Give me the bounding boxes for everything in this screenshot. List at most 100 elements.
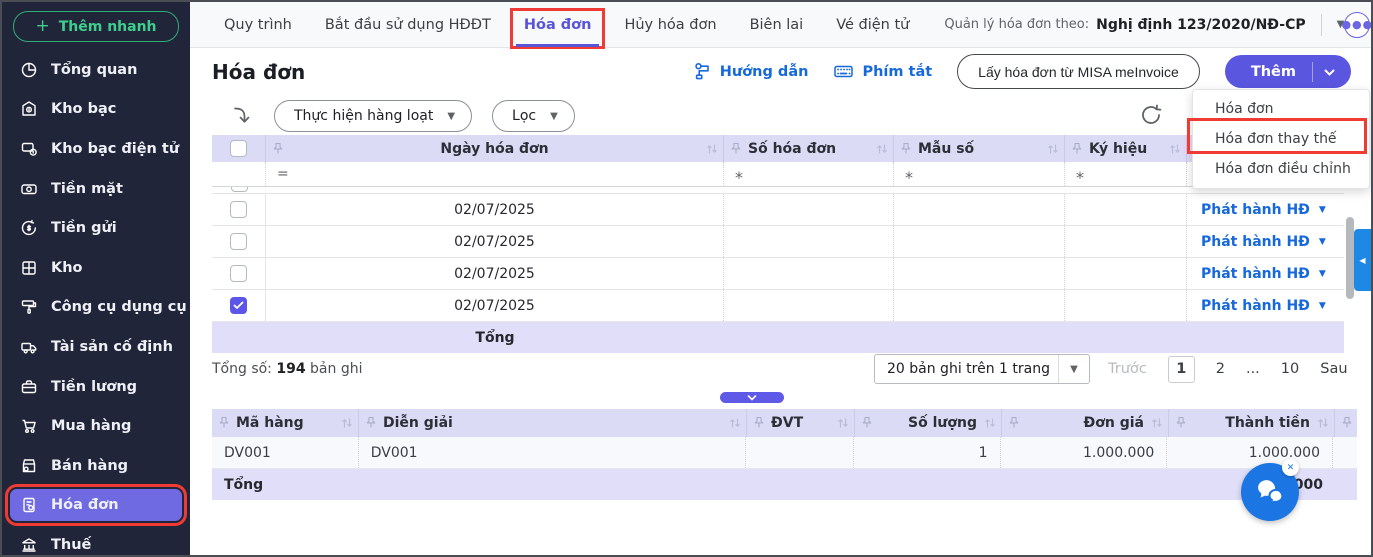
sidebar-item-kho-bac[interactable]: Kho bạc	[2, 90, 190, 130]
menu-item-hoa-don[interactable]: Hóa đơn	[1193, 94, 1369, 124]
sidebar-item-kho-bac-dien-tu[interactable]: Kho bạc điện tử	[2, 129, 190, 169]
tab-bat-dau-su-dung-hddt[interactable]: Bắt đầu sử dụng HĐĐT	[325, 2, 491, 47]
pin-icon[interactable]	[754, 417, 764, 430]
sidebar-item-tien-mat[interactable]: Tiền mặt	[2, 169, 190, 209]
row-checkbox[interactable]	[230, 265, 247, 282]
column-header-symbol[interactable]: Ký hiệu	[1065, 135, 1187, 162]
sort-icon[interactable]	[837, 417, 849, 429]
sort-icon[interactable]	[984, 417, 996, 429]
invoice-decree-selector[interactable]: Quản lý hóa đơn theo: Nghị định 123/2020…	[944, 14, 1344, 36]
column-header-unit-price[interactable]: Đơn giá	[1002, 409, 1169, 437]
page-size-select[interactable]: 20 bản ghi trên 1 trang ▼	[874, 354, 1090, 384]
prev-page-button[interactable]: Trước	[1108, 361, 1147, 377]
page-10-button[interactable]: 10	[1281, 361, 1299, 377]
add-button[interactable]: Thêm	[1225, 55, 1351, 88]
page-2-button[interactable]: 2	[1216, 361, 1225, 377]
pin-icon[interactable]	[901, 142, 911, 155]
column-header-description[interactable]: Diễn giải	[359, 409, 747, 437]
menu-item-hoa-don-thay-the[interactable]: Hóa đơn thay thế	[1193, 124, 1369, 154]
pin-icon[interactable]	[273, 142, 283, 155]
sidebar-item-mua-hang[interactable]: Mua hàng	[2, 406, 190, 446]
column-header-unit[interactable]: ĐVT	[747, 409, 855, 437]
jump-to-bottom-icon[interactable]	[230, 104, 254, 128]
sidebar-item-tien-luong[interactable]: Tiền lương	[2, 367, 190, 407]
row-checkbox[interactable]	[231, 187, 248, 192]
pin-icon[interactable]	[219, 417, 229, 430]
sort-icon[interactable]	[1047, 143, 1059, 155]
tab-huy-hoa-don[interactable]: Hủy hóa đơn	[624, 2, 716, 47]
menu-item-hoa-don-dieu-chinh[interactable]: Hóa đơn điều chỉnh	[1193, 154, 1369, 184]
publish-invoice-button[interactable]: Phát hành HĐ▼	[1187, 298, 1326, 314]
page-1-button[interactable]: 1	[1168, 356, 1195, 383]
quick-add-button[interactable]: + Thêm nhanh	[13, 11, 179, 42]
filter-dropdown[interactable]: Lọc ▼	[492, 100, 575, 132]
column-header-template[interactable]: Mẫu số	[894, 135, 1065, 162]
column-header-item-code[interactable]: Mã hàng	[212, 409, 359, 437]
tab-hoa-don[interactable]: Hóa đơn	[524, 2, 592, 47]
guide-link[interactable]: Hướng dẫn	[693, 62, 809, 81]
publish-invoice-button[interactable]: Phát hành HĐ▼	[1187, 266, 1326, 282]
invoice-row[interactable]: 02/07/2025 Phát hành HĐ▼	[212, 194, 1344, 226]
tab-bien-lai[interactable]: Biên lai	[750, 2, 804, 47]
column-header-amount[interactable]: Thành tiền	[1169, 409, 1335, 437]
sort-icon[interactable]	[1151, 417, 1163, 429]
date-filter-input[interactable]: =	[266, 162, 724, 186]
pin-icon[interactable]	[862, 417, 872, 430]
sidebar-item-thue[interactable]: Thuế	[2, 525, 190, 557]
get-invoice-from-meinvoice-button[interactable]: Lấy hóa đơn từ MISA meInvoice	[957, 54, 1200, 89]
sidebar-item-tien-gui[interactable]: Tiền gửi	[2, 208, 190, 248]
template-filter-input[interactable]: *	[894, 162, 1065, 186]
more-options-button[interactable]: ●●●	[1344, 12, 1370, 38]
sort-icon[interactable]	[706, 143, 718, 155]
sidebar-item-kho[interactable]: Kho	[2, 248, 190, 288]
publish-invoice-button[interactable]: Phát hành HĐ▼	[1187, 234, 1326, 250]
select-all-checkbox[interactable]	[230, 140, 247, 157]
invoice-row[interactable]: 02/07/2025 Phát hành HĐ▼	[212, 226, 1344, 258]
chevron-left-icon: ◀	[1359, 256, 1365, 265]
sidebar-item-tai-san-co-dinh[interactable]: Tài sản cố định	[2, 327, 190, 367]
sort-icon[interactable]	[1169, 143, 1181, 155]
chat-close-button[interactable]: ✕	[1282, 459, 1299, 476]
tab-ve-dien-tu[interactable]: Vé điện tử	[836, 2, 909, 47]
sort-icon[interactable]	[729, 417, 741, 429]
column-header-number[interactable]: Số hóa đơn	[724, 135, 894, 162]
sidebar-item-hoa-don[interactable]: Hóa đơn	[10, 489, 182, 521]
invoice-row[interactable]: 02/07/2025 Phát hành HĐ▼	[212, 258, 1344, 290]
sort-icon[interactable]	[876, 143, 888, 155]
detail-row[interactable]: DV001 DV001 1 1.000.000 1.000.000	[212, 437, 1357, 469]
sort-icon[interactable]	[1317, 417, 1329, 429]
refresh-icon[interactable]	[1138, 102, 1164, 128]
number-filter-input[interactable]: *	[724, 162, 894, 186]
batch-action-dropdown[interactable]: Thực hiện hàng loạt ▼	[274, 100, 472, 132]
invoice-row[interactable]: 02/07/2025 Phát hành HĐ▼	[212, 290, 1344, 322]
panel-collapse-handle[interactable]	[720, 392, 784, 403]
pin-icon[interactable]	[1342, 417, 1352, 430]
contains-operator-icon[interactable]: *	[894, 161, 913, 187]
equals-operator-icon[interactable]: =	[266, 166, 289, 182]
sidebar-item-cong-cu-dung-cu[interactable]: Công cụ dụng cụ	[2, 288, 190, 328]
row-checkbox[interactable]	[230, 297, 247, 314]
pin-icon[interactable]	[1009, 417, 1019, 430]
next-page-button[interactable]: Sau	[1320, 361, 1347, 377]
collapse-panel-tab[interactable]: ◀	[1354, 229, 1371, 291]
row-checkbox[interactable]	[230, 233, 247, 250]
shortcut-link[interactable]: Phím tắt	[833, 62, 932, 81]
chevron-down-icon[interactable]	[1313, 67, 1351, 77]
publish-invoice-button[interactable]: Phát hành HĐ▼	[1187, 202, 1326, 218]
sidebar-item-tong-quan[interactable]: Tổng quan	[2, 50, 190, 90]
vertical-scrollbar-thumb[interactable]	[1346, 217, 1354, 299]
pin-icon[interactable]	[366, 417, 376, 430]
contains-operator-icon[interactable]: *	[1065, 161, 1084, 187]
contains-operator-icon[interactable]: *	[724, 161, 743, 187]
sort-icon[interactable]	[341, 417, 353, 429]
sidebar-item-ban-hang[interactable]: Bán hàng	[2, 446, 190, 486]
symbol-filter-input[interactable]: *	[1065, 162, 1187, 186]
tab-quy-trinh[interactable]: Quy trình	[224, 2, 292, 47]
pin-icon[interactable]	[1176, 417, 1186, 430]
column-header-quantity[interactable]: Số lượng	[855, 409, 1002, 437]
pin-icon[interactable]	[731, 142, 741, 155]
detail-table-total-row: Tổng 1.000.000	[212, 469, 1357, 500]
column-header-date[interactable]: Ngày hóa đơn	[266, 135, 724, 162]
pin-icon[interactable]	[1072, 142, 1082, 155]
row-checkbox[interactable]	[230, 201, 247, 218]
